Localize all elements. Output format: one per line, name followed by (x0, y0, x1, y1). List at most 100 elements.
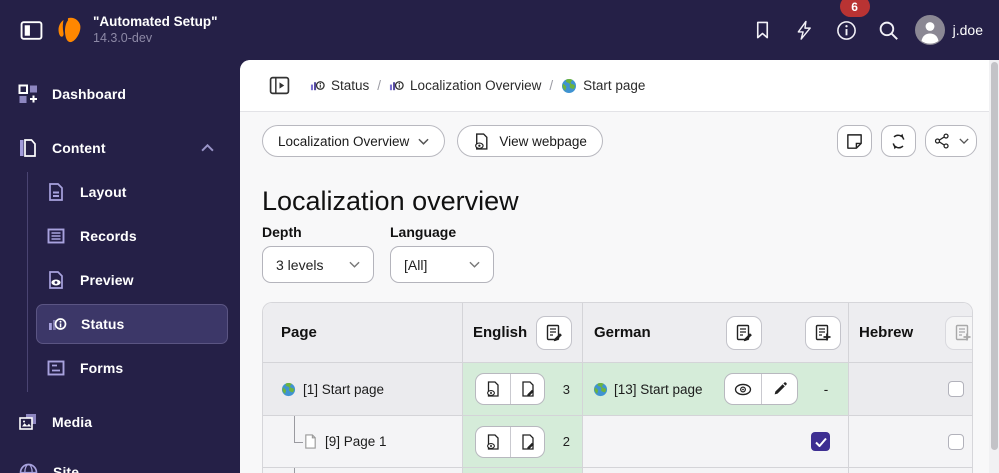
sidebar-item-label: Status (81, 316, 125, 332)
typo3-logo-icon (56, 16, 83, 45)
breadcrumb-separator: / (377, 78, 382, 93)
sidebar-item-layout[interactable]: Layout (0, 175, 240, 209)
note-icon (847, 133, 862, 149)
view-page-icon (487, 381, 499, 397)
sidebar-item-label: Layout (80, 184, 127, 200)
translate-checkbox-german[interactable] (811, 432, 830, 451)
tree-line (294, 442, 303, 443)
share-dropdown-button[interactable] (925, 125, 977, 157)
module-content: Status / Localization Overview / Start p… (240, 60, 999, 473)
user-menu[interactable]: j.doe (914, 15, 983, 45)
column-header-hebrew: Hebrew (849, 303, 972, 362)
info-icon (837, 20, 857, 40)
english-cell: 2 (463, 416, 583, 467)
site-globe-icon (19, 463, 38, 473)
page-title-text: [9] Page 1 (325, 434, 387, 449)
breadcrumb-item-status[interactable]: Status (310, 78, 369, 93)
table-row: [9] Page 1 2 (263, 416, 972, 468)
scrollbar-thumb[interactable] (990, 62, 998, 450)
add-document-icon (815, 324, 831, 340)
breadcrumb-item-start-page[interactable]: Start page (561, 78, 645, 94)
typo3-version: 14.3.0-dev (93, 30, 153, 45)
english-content-count: 3 (562, 381, 570, 397)
view-page-button[interactable] (476, 374, 510, 404)
breadcrumb-label: Start page (583, 78, 646, 93)
bookmarks-button[interactable] (747, 14, 779, 46)
edit-all-german-button[interactable] (726, 315, 762, 350)
sidebar-toggle-button[interactable] (16, 15, 46, 45)
vertical-scrollbar[interactable] (989, 60, 999, 473)
page-title: Localization overview (262, 186, 519, 216)
translate-all-hebrew-button[interactable] (945, 315, 972, 350)
english-actions (475, 425, 545, 458)
module-select-dropdown[interactable]: Localization Overview (262, 125, 446, 157)
search-icon (879, 21, 899, 40)
english-cell: 3 (463, 363, 583, 415)
english-cell (463, 468, 583, 473)
tree-line (294, 416, 295, 442)
shortcuts-button[interactable] (789, 14, 821, 46)
site-title: "Automated Setup" (93, 13, 218, 29)
status-module-icon (310, 81, 325, 91)
edit-document-icon (546, 324, 563, 341)
edit-page-button[interactable] (510, 374, 544, 404)
language-label: Language (390, 224, 457, 240)
edit-document-icon (736, 324, 752, 341)
edit-page-button[interactable] (510, 426, 544, 457)
globe-icon (562, 78, 577, 93)
view-page-button[interactable] (476, 427, 510, 457)
depth-value: 3 levels (276, 256, 324, 273)
sidebar-item-status[interactable]: Status (36, 304, 228, 344)
sidebar-item-media[interactable]: Media (0, 405, 240, 439)
chevron-down-icon (959, 138, 969, 144)
sidebar-item-label: Records (80, 228, 137, 244)
translate-checkbox-hebrew[interactable] (948, 433, 964, 450)
view-webpage-button[interactable]: View webpage (457, 125, 603, 157)
add-document-icon (955, 324, 971, 340)
view-page-icon (487, 433, 499, 450)
refresh-button[interactable] (881, 125, 916, 157)
column-header-page: Page (263, 303, 463, 362)
records-icon (47, 228, 65, 244)
pagetree-toggle-button[interactable] (266, 73, 292, 99)
systeminfo-button[interactable]: 6 (831, 0, 870, 46)
sidebar-item-forms[interactable]: Forms (0, 351, 240, 385)
search-button[interactable] (873, 14, 905, 46)
localization-table: Page English German Hebrew [1] Start pag… (262, 302, 973, 473)
refresh-icon (892, 133, 905, 149)
column-header-german: German (583, 303, 849, 362)
depth-select[interactable]: 3 levels (262, 246, 374, 283)
column-label: Hebrew (859, 324, 914, 341)
sidebar-item-label: Media (52, 414, 93, 430)
sidebar-item-content[interactable]: Content (0, 131, 240, 165)
layout-icon (49, 183, 63, 201)
chevron-down-icon (418, 138, 429, 145)
breadcrumb-item-localization-overview[interactable]: Localization Overview (389, 78, 541, 93)
sidebar-item-preview[interactable]: Preview (0, 263, 240, 297)
translate-checkbox-hebrew[interactable] (948, 381, 964, 397)
pencil-icon (774, 382, 787, 395)
page-icon (305, 434, 316, 449)
breadcrumb-separator: / (549, 78, 554, 93)
panel-expand-icon (269, 76, 289, 95)
german-actions (724, 373, 798, 405)
avatar (914, 15, 945, 45)
sidebar-item-label: Site (53, 464, 80, 473)
edit-translation-button[interactable] (761, 374, 797, 404)
sidebar-item-label: Dashboard (52, 86, 127, 102)
site-info: "Automated Setup" 14.3.0-dev (93, 14, 218, 47)
breadcrumb-label: Status (331, 78, 370, 93)
sidebar-item-site[interactable]: Site (0, 455, 240, 473)
username: j.doe (952, 22, 983, 38)
language-select[interactable]: [All] (390, 246, 494, 283)
edit-all-english-button[interactable] (536, 315, 573, 350)
view-translation-button[interactable] (725, 374, 761, 404)
translate-all-german-button[interactable] (805, 315, 841, 350)
page-cell-start-page: [1] Start page (263, 363, 463, 415)
breadcrumb-label: Localization Overview (410, 78, 542, 93)
sidebar-item-label: Preview (80, 272, 134, 288)
tree-line (294, 468, 295, 473)
note-button[interactable] (837, 125, 872, 157)
sidebar-item-records[interactable]: Records (0, 219, 240, 253)
sidebar-item-dashboard[interactable]: Dashboard (0, 77, 240, 111)
